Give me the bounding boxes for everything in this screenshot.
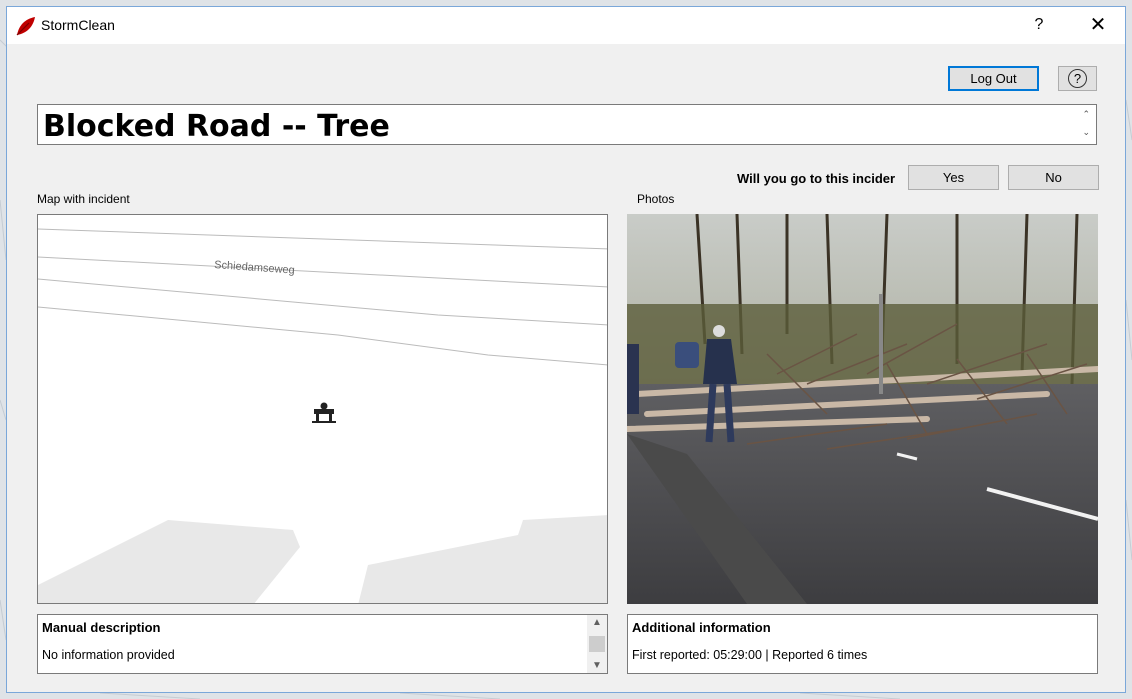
close-button[interactable]: ✕ (1075, 7, 1121, 43)
leaf-icon (16, 17, 35, 36)
additional-info-header: Additional information (632, 620, 771, 635)
incident-map[interactable]: Schiedamseweg (37, 214, 608, 604)
chevron-down-icon[interactable]: ▼ (592, 660, 602, 671)
map-label: Map with incident (37, 192, 130, 206)
scroll-thumb[interactable] (589, 636, 605, 652)
map-canvas: Schiedamseweg (38, 228, 607, 603)
help-icon: ? (1068, 69, 1087, 88)
chevron-up-icon[interactable]: ⌃ (1082, 109, 1090, 120)
incident-photo (627, 214, 1098, 604)
incident-title: Blocked Road -- Tree (43, 109, 390, 144)
app-title: StormClean (41, 17, 115, 33)
no-button[interactable]: No (1008, 165, 1099, 190)
roadblock-icon (312, 402, 336, 423)
app-window: StormClean ? ✕ Log Out ? Blocked Road --… (6, 6, 1126, 693)
manual-description-panel[interactable]: Manual description No information provid… (37, 614, 608, 674)
title-bar: StormClean ? ✕ (7, 7, 1125, 44)
yes-button[interactable]: Yes (908, 165, 999, 190)
photos-label: Photos (637, 192, 675, 206)
chevron-up-icon[interactable]: ▲ (592, 617, 602, 628)
additional-info-panel: Additional information First reported: 0… (627, 614, 1098, 674)
attend-question: Will you go to this incider (737, 171, 896, 186)
additional-info-text: First reported: 05:29:00 | Reported 6 ti… (632, 648, 868, 662)
logout-button[interactable]: Log Out (948, 66, 1039, 91)
chevron-down-icon[interactable]: ⌄ (1082, 127, 1090, 138)
title-help-button[interactable]: ? (1021, 7, 1057, 43)
photo-fallen-tree (627, 214, 1098, 604)
manual-description-header: Manual description (42, 620, 161, 635)
manual-description-text: No information provided (42, 648, 175, 662)
description-scrollbar[interactable]: ▲ ▼ (587, 615, 607, 673)
street-label: Schiedamseweg (214, 259, 295, 277)
incident-title-field[interactable]: Blocked Road -- Tree ⌃ ⌄ (37, 104, 1097, 145)
help-button[interactable]: ? (1058, 66, 1097, 91)
